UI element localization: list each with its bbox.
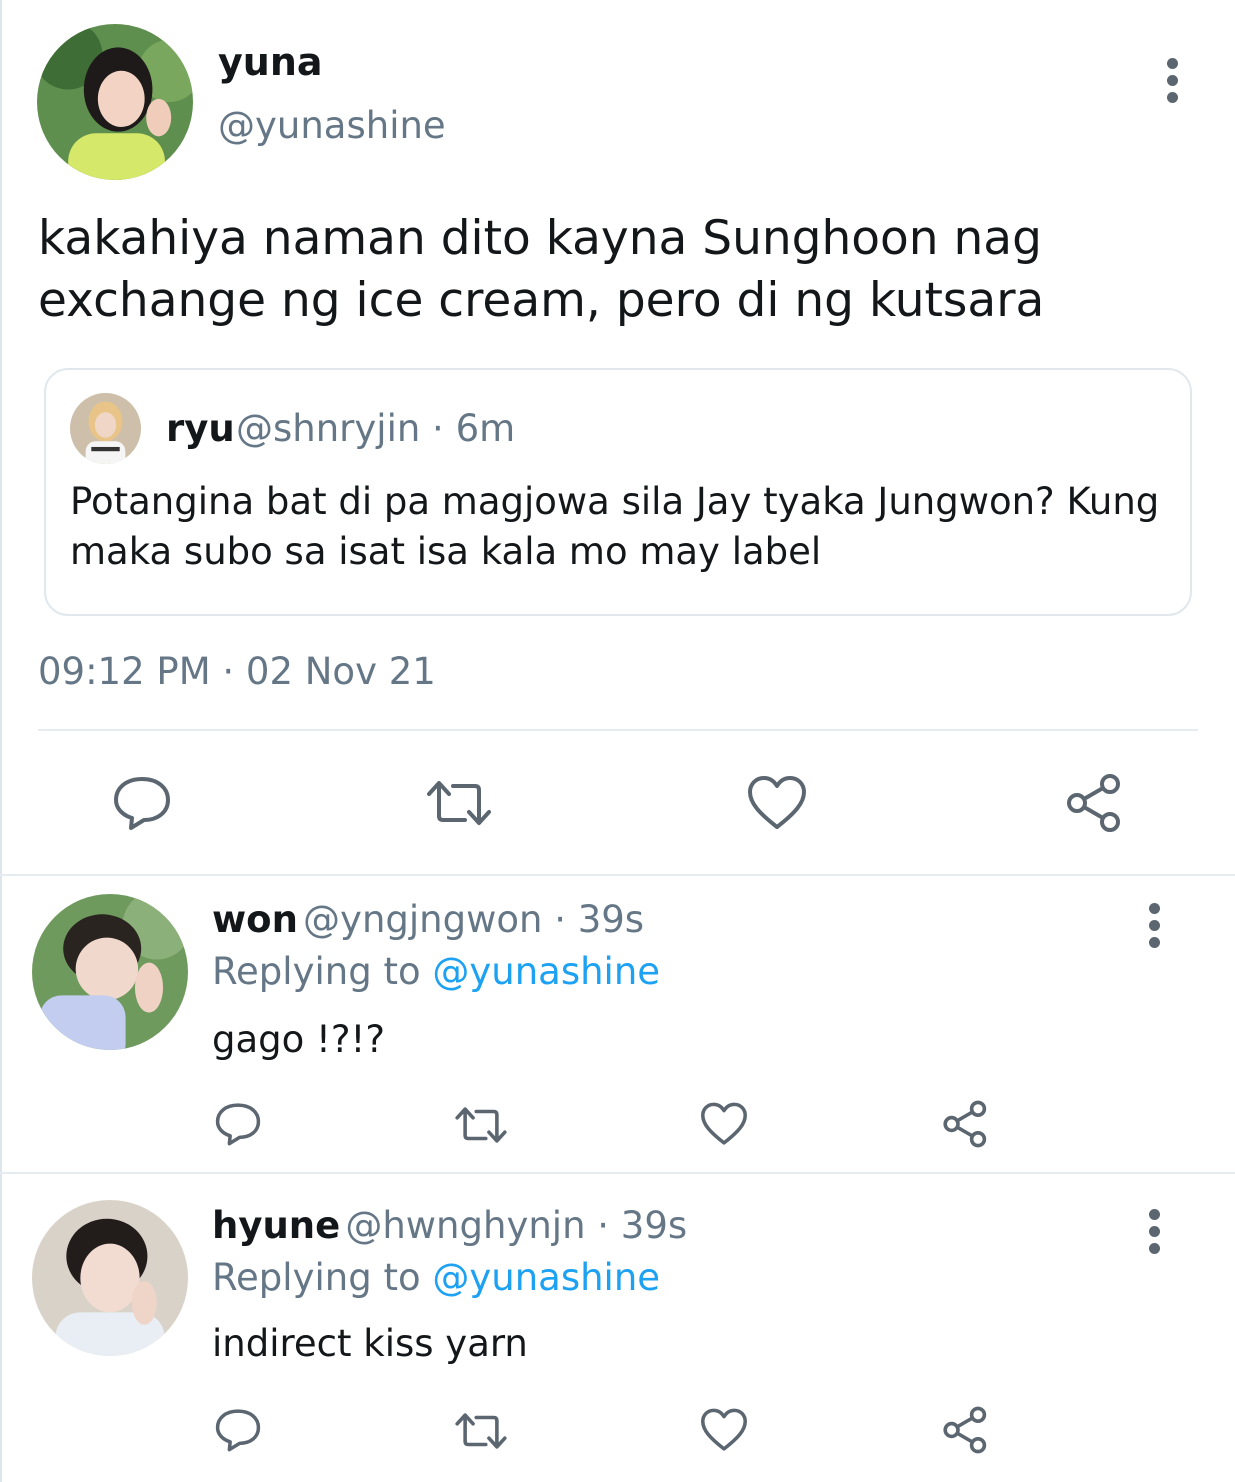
reply-author-meta: @hwnghynjn · 39s: [345, 1204, 688, 1247]
tweet-timestamp: 09:12 PM · 02 Nov 21: [38, 650, 436, 693]
avatar-image: [37, 24, 193, 180]
share-icon[interactable]: [942, 1100, 990, 1148]
reply-header: hyune @hwnghynjn · 39s: [212, 1204, 687, 1247]
avatar-image: [70, 393, 141, 464]
divider: [38, 729, 1198, 731]
divider: [0, 1172, 1235, 1174]
more-vertical-icon[interactable]: [1162, 58, 1182, 109]
share-icon[interactable]: [942, 1406, 990, 1454]
main-avatar[interactable]: [37, 24, 193, 180]
replying-to-line: Replying to @yunashine: [212, 950, 660, 993]
reply-icon[interactable]: [215, 1102, 261, 1146]
reply-header: won @yngjngwon · 39s: [212, 898, 644, 941]
reply-author-name[interactable]: hyune: [212, 1204, 340, 1247]
reply-icon[interactable]: [113, 775, 171, 831]
replying-to-mention[interactable]: @yunashine: [432, 1256, 660, 1299]
reply-avatar[interactable]: [32, 1200, 188, 1356]
retweet-icon[interactable]: [454, 1105, 508, 1145]
quoted-avatar[interactable]: [70, 393, 141, 464]
more-vertical-icon[interactable]: [1144, 903, 1164, 954]
like-icon[interactable]: [700, 1102, 748, 1146]
replying-to-mention[interactable]: @yunashine: [432, 950, 660, 993]
retweet-icon[interactable]: [454, 1411, 508, 1451]
reply-author-name[interactable]: won: [212, 898, 298, 941]
like-icon[interactable]: [700, 1408, 748, 1452]
tweet-text: kakahiya naman dito kayna Sunghoon nag e…: [38, 211, 1045, 328]
like-icon[interactable]: [747, 775, 807, 831]
replying-to-label: Replying to: [212, 1256, 433, 1299]
avatar-image: [32, 1200, 188, 1356]
quoted-tweet-text: Potangina bat di pa magjowa sila Jay tya…: [70, 480, 1160, 573]
reply-author-meta: @yngjngwon · 39s: [303, 898, 645, 941]
divider: [0, 874, 1235, 876]
author-name[interactable]: yuna: [218, 40, 323, 84]
replying-to-label: Replying to: [212, 950, 433, 993]
share-icon[interactable]: [1065, 773, 1125, 833]
more-vertical-icon[interactable]: [1144, 1209, 1164, 1260]
quoted-author-meta: @shnryjin · 6m: [236, 407, 516, 450]
retweet-icon[interactable]: [425, 778, 493, 828]
avatar-image: [32, 894, 188, 1050]
author-handle[interactable]: @yunashine: [218, 104, 446, 147]
reply-text: indirect kiss yarn: [212, 1322, 528, 1365]
replying-to-line: Replying to @yunashine: [212, 1256, 660, 1299]
left-border: [0, 0, 2, 1482]
reply-text: gago !?!?: [212, 1018, 385, 1061]
quoted-author-name: ryu: [166, 407, 235, 450]
reply-icon[interactable]: [215, 1408, 261, 1452]
reply-avatar[interactable]: [32, 894, 188, 1050]
